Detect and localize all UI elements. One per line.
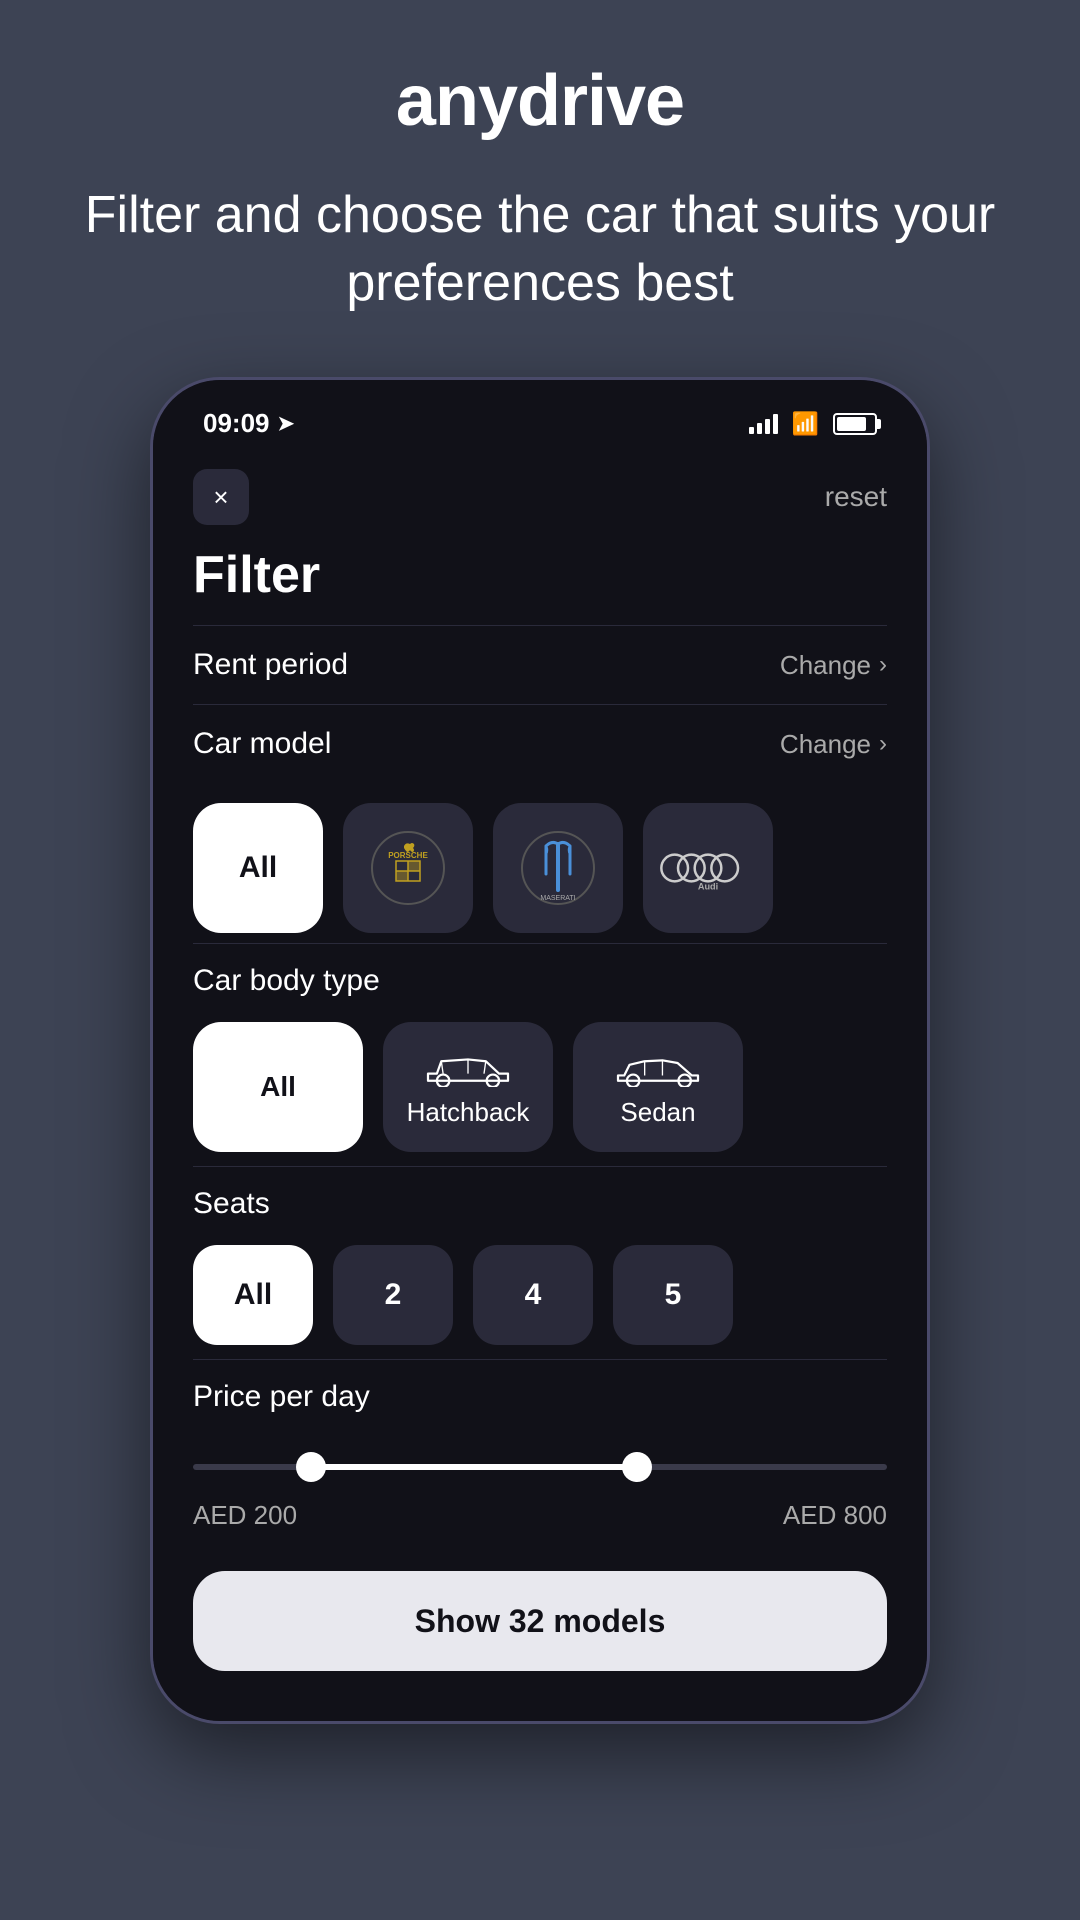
close-button[interactable]: × bbox=[193, 469, 249, 525]
seat-chip-4[interactable]: 4 bbox=[473, 1245, 593, 1345]
seat-chip-all-label: All bbox=[234, 1278, 272, 1312]
svg-text:PORSCHE: PORSCHE bbox=[388, 851, 428, 860]
seat-chip-5-label: 5 bbox=[665, 1278, 682, 1312]
signal-bars-icon bbox=[749, 414, 778, 434]
car-model-label: Car model bbox=[193, 727, 331, 761]
show-button-container: Show 32 models bbox=[193, 1551, 887, 1681]
filter-panel: × reset Filter Rent period Change › Car … bbox=[153, 449, 927, 1721]
seat-chip-4-label: 4 bbox=[525, 1278, 542, 1312]
car-model-change-label: Change bbox=[780, 729, 871, 760]
rent-period-label: Rent period bbox=[193, 648, 348, 682]
price-per-day-label: Price per day bbox=[193, 1359, 887, 1424]
slider-track bbox=[193, 1464, 887, 1470]
svg-text:Audi: Audi bbox=[698, 882, 718, 892]
status-bar: 09:09 ➤ 📶 bbox=[153, 380, 927, 449]
app-subtitle: Filter and choose the car that suits you… bbox=[0, 182, 1080, 317]
seat-chip-all[interactable]: All bbox=[193, 1245, 313, 1345]
slider-fill bbox=[311, 1464, 637, 1470]
show-models-button-label: Show 32 models bbox=[415, 1603, 666, 1640]
location-icon: ➤ bbox=[278, 411, 295, 436]
porsche-logo-icon: PORSCHE bbox=[368, 828, 448, 908]
reset-button[interactable]: reset bbox=[825, 481, 887, 513]
rent-period-change-label: Change bbox=[780, 650, 871, 681]
brand-chips-row: All PORSCHE bbox=[193, 783, 887, 943]
audi-logo-icon: Audi bbox=[658, 843, 758, 893]
slider-thumb-max[interactable] bbox=[622, 1452, 652, 1482]
brand-chip-porsche[interactable]: PORSCHE bbox=[343, 803, 473, 933]
seats-chips-row: All 2 4 5 bbox=[193, 1231, 887, 1359]
phone-mockup: 09:09 ➤ 📶 × reset Filter bbox=[150, 377, 930, 1724]
car-model-change[interactable]: Change › bbox=[780, 729, 887, 760]
brand-chip-all[interactable]: All bbox=[193, 803, 323, 933]
app-title: anydrive bbox=[396, 60, 684, 142]
rent-period-change[interactable]: Change › bbox=[780, 650, 887, 681]
body-chip-all-label: All bbox=[260, 1071, 296, 1103]
svg-text:MASERATI: MASERATI bbox=[540, 895, 575, 902]
sedan-silhouette-icon bbox=[613, 1047, 703, 1087]
price-max-value: AED 800 bbox=[783, 1500, 887, 1531]
wifi-icon: 📶 bbox=[792, 411, 819, 437]
brand-chip-maserati[interactable]: MASERATI bbox=[493, 803, 623, 933]
close-icon: × bbox=[213, 482, 228, 513]
status-time: 09:09 ➤ bbox=[203, 408, 294, 439]
body-chip-sedan-label: Sedan bbox=[620, 1097, 695, 1128]
show-models-button[interactable]: Show 32 models bbox=[193, 1571, 887, 1671]
rent-period-chevron-icon: › bbox=[879, 651, 887, 679]
brand-chip-audi[interactable]: Audi bbox=[643, 803, 773, 933]
body-chips-row: All Hatchback Seda bbox=[193, 1008, 887, 1166]
filter-header-row: × reset bbox=[193, 449, 887, 535]
seat-chip-5[interactable]: 5 bbox=[613, 1245, 733, 1345]
body-chip-hatchback-label: Hatchback bbox=[407, 1097, 530, 1128]
body-chip-all[interactable]: All bbox=[193, 1022, 363, 1152]
maserati-logo-icon: MASERATI bbox=[518, 828, 598, 908]
car-model-chevron-icon: › bbox=[879, 730, 887, 758]
seat-chip-2-label: 2 bbox=[385, 1278, 402, 1312]
hatchback-silhouette-icon bbox=[423, 1047, 513, 1087]
body-chip-hatchback[interactable]: Hatchback bbox=[383, 1022, 553, 1152]
status-icons: 📶 bbox=[749, 411, 877, 437]
rent-period-row[interactable]: Rent period Change › bbox=[193, 625, 887, 704]
car-body-type-label: Car body type bbox=[193, 943, 887, 1008]
car-model-row[interactable]: Car model Change › bbox=[193, 704, 887, 783]
body-chip-sedan[interactable]: Sedan bbox=[573, 1022, 743, 1152]
price-range-row: AED 200 AED 800 bbox=[193, 1490, 887, 1541]
seats-label: Seats bbox=[193, 1166, 887, 1231]
price-min-value: AED 200 bbox=[193, 1500, 297, 1531]
slider-thumb-min[interactable] bbox=[296, 1452, 326, 1482]
price-slider[interactable]: AED 200 AED 800 bbox=[193, 1424, 887, 1551]
battery-icon bbox=[833, 413, 877, 435]
seat-chip-2[interactable]: 2 bbox=[333, 1245, 453, 1345]
brand-chip-all-label: All bbox=[239, 851, 277, 885]
filter-title: Filter bbox=[193, 535, 887, 625]
